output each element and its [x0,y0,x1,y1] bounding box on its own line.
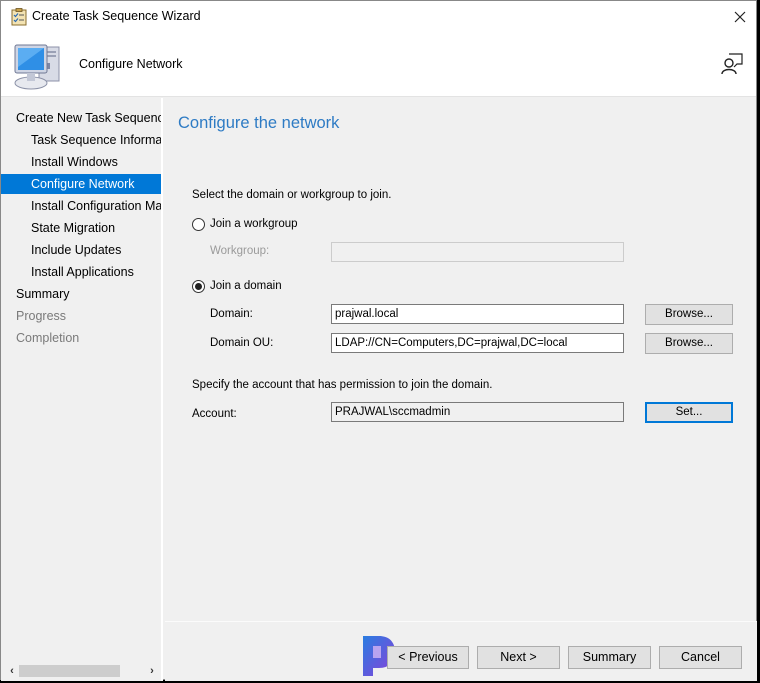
domain-ou-label: Domain OU: [210,337,274,349]
domain-label: Domain: [210,308,253,320]
wizard-steps-sidebar: Create New Task Sequence Task Sequence I… [1,98,163,681]
summary-button[interactable]: Summary [568,646,651,669]
step-state-migration[interactable]: State Migration [1,218,161,238]
step-configure-network[interactable]: Configure Network [1,174,161,194]
wizard-footer: < Previous Next > Summary Cancel [165,621,757,681]
previous-button[interactable]: < Previous [387,646,469,669]
window-title: Create Task Sequence Wizard [32,9,201,23]
account-instruction-text: Specify the account that has permission … [192,379,493,391]
account-label: Account: [192,408,237,420]
domain-browse-button[interactable]: Browse... [645,304,733,325]
scroll-right-arrow-icon[interactable]: › [145,664,159,678]
domain-input[interactable]: prajwal.local [331,304,624,324]
page-title: Configure the network [178,114,340,132]
wizard-window: Create Task Sequence Wizard Configure Ne… [0,0,757,681]
cancel-button[interactable]: Cancel [659,646,742,669]
workgroup-label: Workgroup: [210,245,270,257]
step-install-configuration-manager[interactable]: Install Configuration Manager [1,196,161,216]
sidebar-horizontal-scrollbar[interactable]: ‹ › [3,664,161,678]
close-icon[interactable] [728,5,752,29]
scrollbar-thumb[interactable] [19,665,120,677]
account-input: PRAJWAL\sccmadmin [331,402,624,422]
next-button[interactable]: Next > [477,646,560,669]
join-workgroup-radio[interactable] [192,218,205,231]
step-task-sequence-information[interactable]: Task Sequence Information [1,130,161,150]
step-progress: Progress [16,309,67,323]
scroll-left-arrow-icon[interactable]: ‹ [5,664,19,678]
wizard-content: Configure the network Select the domain … [165,98,757,618]
page-heading: Configure Network [79,57,183,71]
step-summary[interactable]: Summary [1,284,161,304]
step-include-updates[interactable]: Include Updates [1,240,161,260]
task-sequence-clipboard-icon [11,8,27,26]
step-install-applications[interactable]: Install Applications [1,262,161,282]
instruction-text: Select the domain or workgroup to join. [192,189,392,201]
title-bar: Create Task Sequence Wizard [1,1,756,33]
join-domain-label[interactable]: Join a domain [210,280,282,292]
wizard-header: Configure Network [1,33,756,97]
workgroup-input [331,242,624,262]
domain-ou-browse-button[interactable]: Browse... [645,333,733,354]
step-completion: Completion [16,331,80,345]
step-install-windows[interactable]: Install Windows [1,152,161,172]
join-domain-radio[interactable] [192,280,205,293]
account-set-button[interactable]: Set... [645,402,733,423]
join-workgroup-label[interactable]: Join a workgroup [210,218,298,230]
domain-ou-input[interactable]: LDAP://CN=Computers,DC=prajwal,DC=local [331,333,624,353]
step-create-new-task-sequence[interactable]: Create New Task Sequence [1,108,161,128]
user-help-icon[interactable] [720,51,744,77]
computer-network-icon [14,44,60,90]
